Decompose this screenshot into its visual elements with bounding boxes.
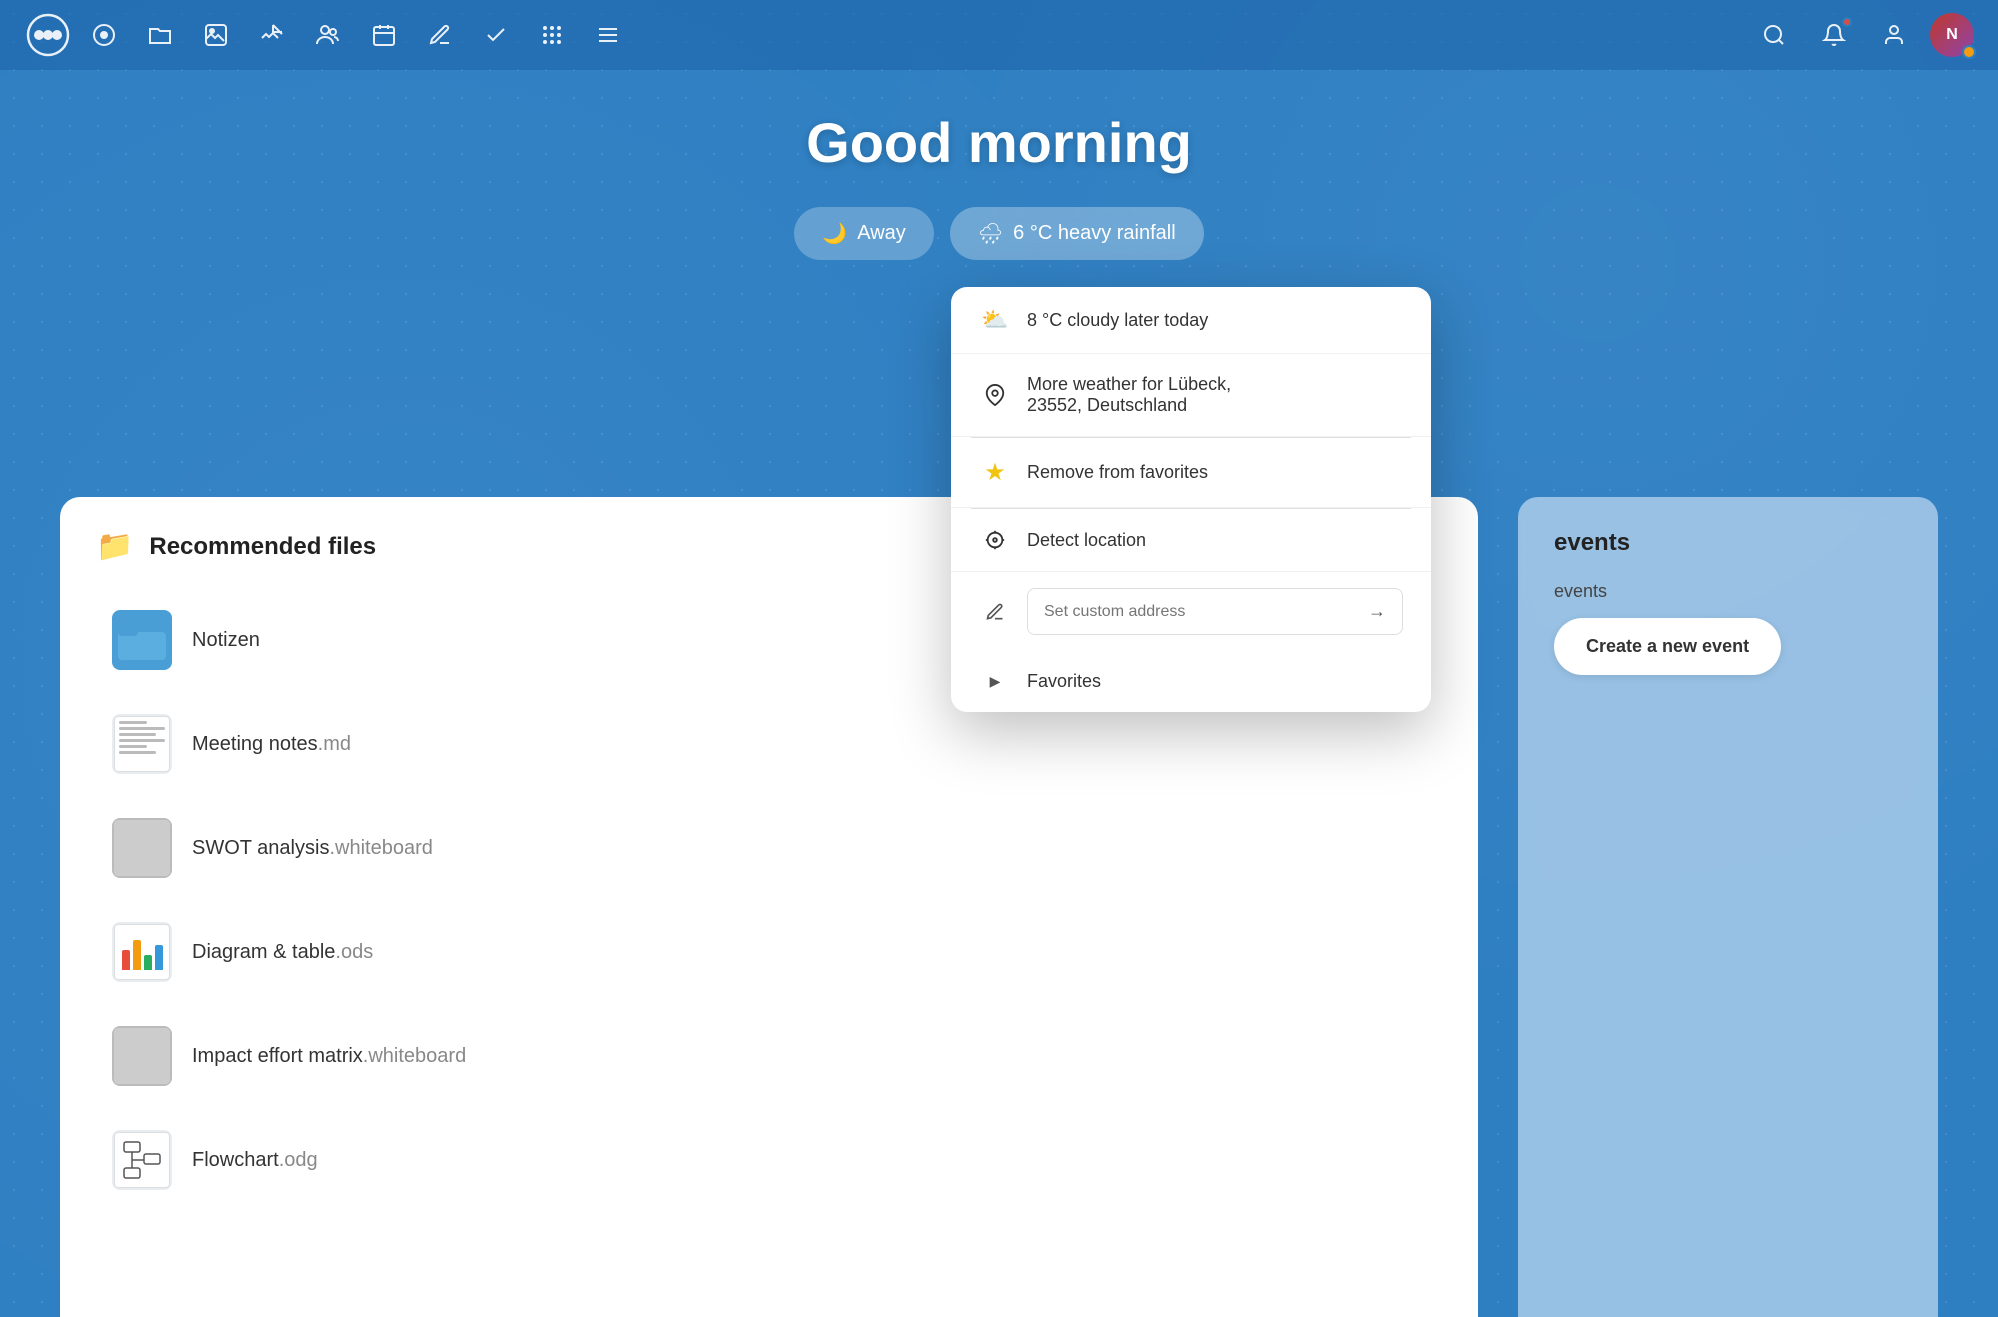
location-icon bbox=[979, 384, 1011, 406]
file-name: SWOT analysis.whiteboard bbox=[192, 837, 433, 860]
detect-location-item[interactable]: Detect location bbox=[951, 509, 1431, 572]
favorites-item[interactable]: ▶ Favorites bbox=[951, 651, 1431, 712]
file-name: Meeting notes.md bbox=[192, 733, 351, 756]
topbar-nav bbox=[80, 11, 1750, 59]
notification-badge bbox=[1842, 17, 1852, 27]
files-header-icon: 📁 bbox=[96, 529, 133, 564]
favorites-label: Favorites bbox=[1027, 671, 1101, 692]
location-item[interactable]: More weather for Lübeck, 23552, Deutschl… bbox=[951, 354, 1431, 437]
dashboard-nav[interactable] bbox=[80, 11, 128, 59]
address-submit-button[interactable]: → bbox=[1352, 589, 1402, 634]
avatar-badge bbox=[1962, 45, 1976, 59]
whiteboard-file-icon-2 bbox=[112, 1026, 172, 1086]
favorites-chevron-icon: ▶ bbox=[979, 673, 1011, 690]
away-icon: 🌙 bbox=[822, 221, 847, 246]
events-sub-label: events bbox=[1554, 581, 1902, 602]
create-event-button[interactable]: Create a new event bbox=[1554, 618, 1781, 675]
location-text: More weather for Lübeck, 23552, Deutschl… bbox=[1027, 374, 1403, 416]
remove-favorites-label: Remove from favorites bbox=[1027, 462, 1403, 483]
activity-nav[interactable] bbox=[248, 11, 296, 59]
file-name: Flowchart.odg bbox=[192, 1149, 318, 1172]
ods-file-icon bbox=[112, 922, 172, 982]
custom-address-row: → bbox=[951, 572, 1431, 651]
contacts-nav[interactable] bbox=[304, 11, 352, 59]
list-item[interactable]: SWOT analysis.whiteboard bbox=[96, 800, 1442, 896]
user-button[interactable] bbox=[1870, 11, 1918, 59]
forecast-text: 8 °C cloudy later today bbox=[1027, 310, 1403, 331]
md-file-icon bbox=[112, 714, 172, 774]
status-row: 🌙 Away 🌧 6 °C heavy rainfall ⛅ 8 °C clou… bbox=[794, 207, 1203, 260]
remove-favorites-item[interactable]: ★ Remove from favorites bbox=[951, 438, 1431, 508]
events-panel: events events Create a new event bbox=[1518, 497, 1938, 1317]
detect-location-label: Detect location bbox=[1027, 530, 1403, 551]
weather-pill[interactable]: 🌧 6 °C heavy rainfall bbox=[950, 207, 1204, 260]
photos-nav[interactable] bbox=[192, 11, 240, 59]
topbar: N bbox=[0, 0, 1998, 70]
custom-address-input[interactable] bbox=[1028, 591, 1352, 633]
folder-file-icon bbox=[112, 610, 172, 670]
whiteboard-file-icon bbox=[112, 818, 172, 878]
more-apps-nav[interactable] bbox=[528, 11, 576, 59]
list-item[interactable]: Flowchart.odg bbox=[96, 1112, 1442, 1208]
notifications-button[interactable] bbox=[1810, 11, 1858, 59]
main-content: Good morning 🌙 Away 🌧 6 °C heavy rainfal… bbox=[0, 70, 1998, 276]
forecast-icon: ⛅ bbox=[979, 307, 1011, 333]
detect-location-icon bbox=[979, 529, 1011, 551]
search-button[interactable] bbox=[1750, 11, 1798, 59]
favorites-star-icon: ★ bbox=[979, 458, 1011, 487]
custom-address-icon bbox=[979, 602, 1011, 622]
address-input-wrapper: → bbox=[1027, 588, 1403, 635]
app-logo[interactable] bbox=[24, 11, 72, 59]
odg-file-icon bbox=[112, 1130, 172, 1190]
menu-nav[interactable] bbox=[584, 11, 632, 59]
forecast-item[interactable]: ⛅ 8 °C cloudy later today bbox=[951, 287, 1431, 354]
list-item[interactable]: Impact effort matrix.whiteboard bbox=[96, 1008, 1442, 1104]
files-panel-title: Recommended files bbox=[149, 533, 376, 561]
weather-label: 6 °C heavy rainfall bbox=[1013, 222, 1176, 245]
notes-nav[interactable] bbox=[416, 11, 464, 59]
away-label: Away bbox=[857, 222, 906, 245]
greeting-text: Good morning bbox=[806, 110, 1192, 175]
user-avatar[interactable]: N bbox=[1930, 13, 1974, 57]
file-name: Diagram & table.ods bbox=[192, 941, 373, 964]
list-item[interactable]: Diagram & table.ods bbox=[96, 904, 1442, 1000]
file-name: Impact effort matrix.whiteboard bbox=[192, 1045, 466, 1068]
away-pill[interactable]: 🌙 Away bbox=[794, 207, 933, 260]
events-panel-title: events bbox=[1554, 529, 1902, 557]
calendar-nav[interactable] bbox=[360, 11, 408, 59]
weather-icon: 🌧 bbox=[978, 221, 1003, 246]
files-nav[interactable] bbox=[136, 11, 184, 59]
avatar-initials: N bbox=[1946, 26, 1958, 44]
tasks-nav[interactable] bbox=[472, 11, 520, 59]
weather-dropdown: ⛅ 8 °C cloudy later today More weather f… bbox=[951, 287, 1431, 712]
file-name: Notizen bbox=[192, 629, 260, 652]
topbar-right: N bbox=[1750, 11, 1974, 59]
